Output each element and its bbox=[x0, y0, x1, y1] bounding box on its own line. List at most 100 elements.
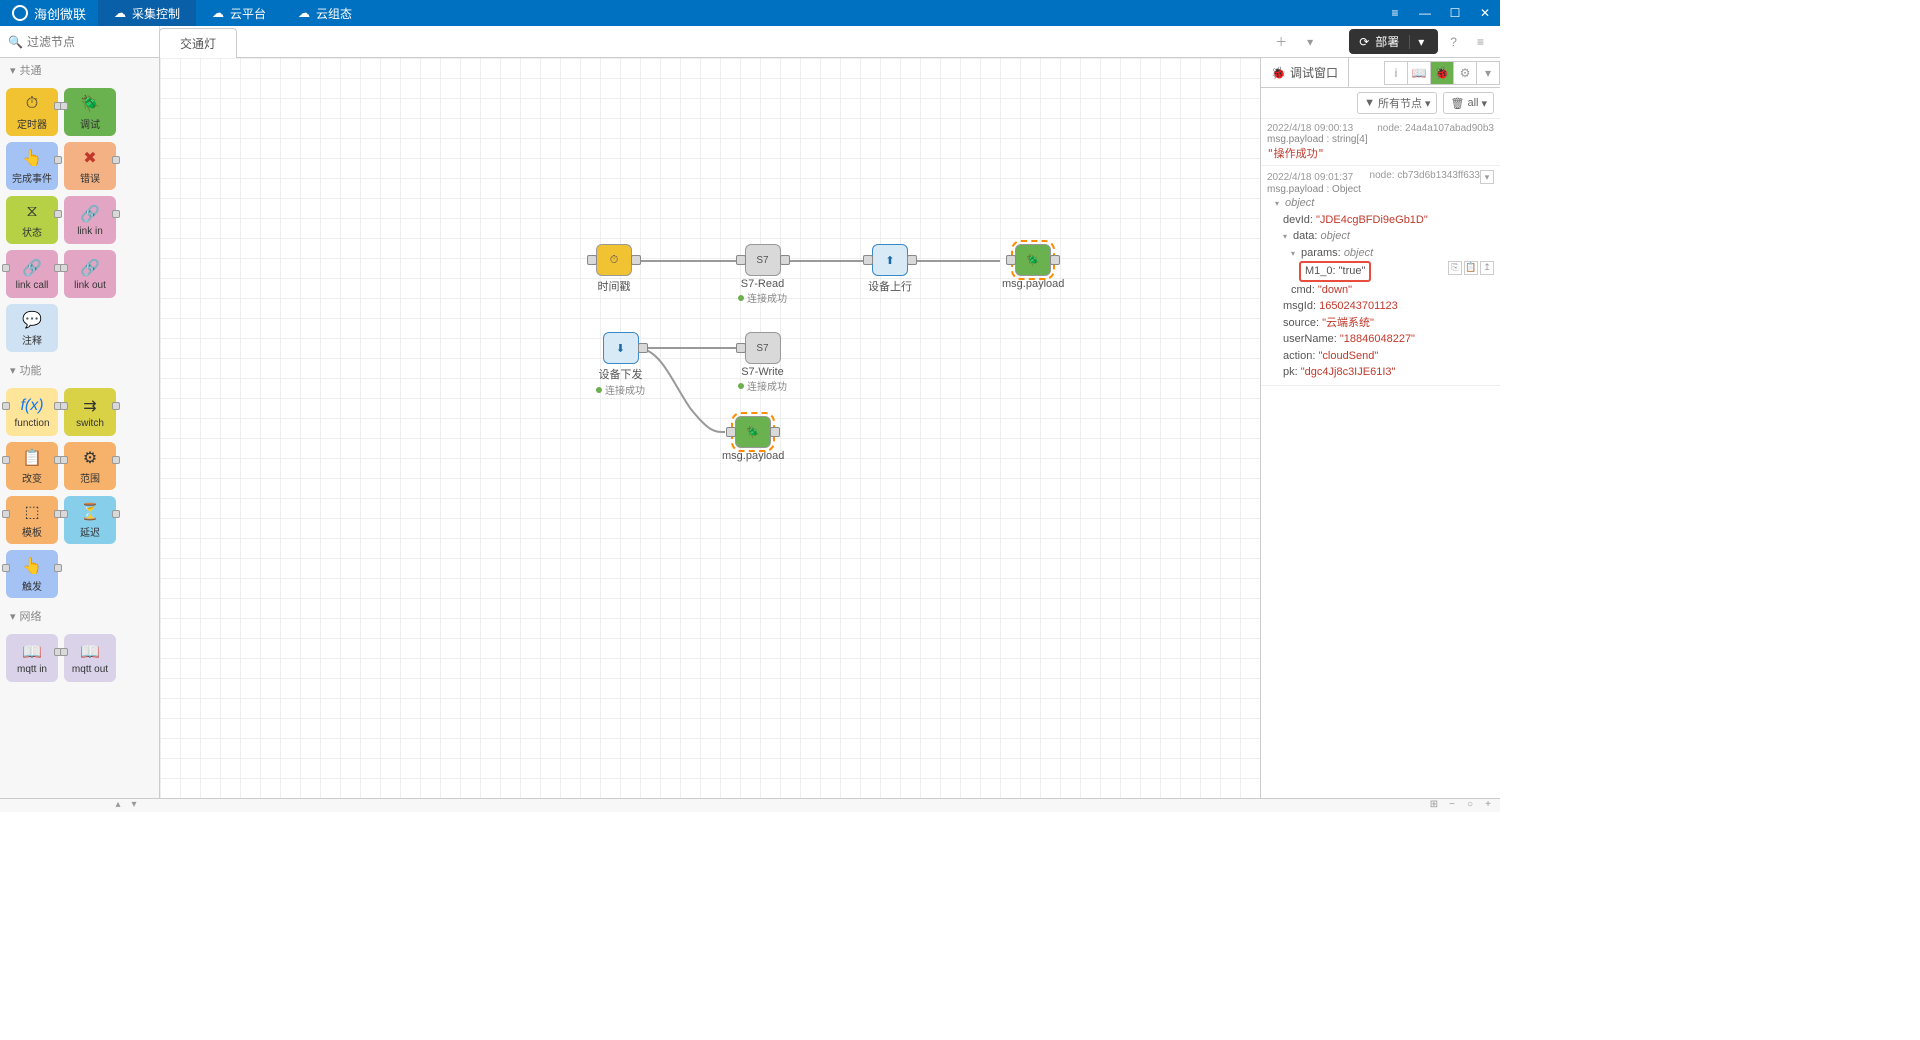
palette-node-switch[interactable]: ⇉switch bbox=[64, 388, 116, 436]
window-menu-button[interactable]: ≡ bbox=[1380, 0, 1410, 26]
trigger-icon: 👆 bbox=[18, 556, 46, 576]
category-common[interactable]: ▾共通 bbox=[0, 58, 159, 82]
main-menu-button[interactable]: ≡ bbox=[1469, 31, 1492, 53]
link-icon: 🔗 bbox=[76, 204, 104, 224]
palette-node-timer[interactable]: ⏱定时器 bbox=[6, 88, 58, 136]
switch-icon: ⇉ bbox=[76, 396, 104, 416]
palette-node-change[interactable]: 📋改变 bbox=[6, 442, 58, 490]
trash-icon: 🗑 bbox=[1450, 97, 1464, 110]
menu-cloud[interactable]: ☁ 云平台 bbox=[196, 0, 282, 26]
delay-icon: ⏳ bbox=[76, 502, 104, 522]
flow-node-debug-1[interactable]: 🪲 msg.payload bbox=[1002, 244, 1064, 290]
menu-collect[interactable]: ☁ 采集控制 bbox=[98, 0, 196, 26]
flow-workspace[interactable]: ⏱ 时间戳 S7 S7-Read 连接成功 ⬆ 设备上行 🪲 msg.paylo… bbox=[160, 58, 1260, 798]
debug-messages[interactable]: 2022/4/18 09:00:13node: 24a4a107abad90b3… bbox=[1261, 119, 1500, 798]
zoom-in-button[interactable]: + bbox=[1480, 799, 1496, 812]
upload-icon: ⬆ bbox=[885, 254, 894, 267]
search-input[interactable] bbox=[27, 35, 151, 49]
timer-icon: ⏱ bbox=[18, 94, 46, 114]
palette-node-linkout[interactable]: 🔗link out bbox=[64, 250, 116, 298]
category-function[interactable]: ▾功能 bbox=[0, 358, 159, 382]
palette-node-delay[interactable]: ⏳延迟 bbox=[64, 496, 116, 544]
palette-node-mqtt-out[interactable]: 📖mqtt out bbox=[64, 634, 116, 682]
menu-scada[interactable]: ☁ 云组态 bbox=[282, 0, 368, 26]
flow-node-device-down[interactable]: ⬇ 设备下发 连接成功 bbox=[596, 332, 645, 397]
palette-node-template[interactable]: ⬚模板 bbox=[6, 496, 58, 544]
s7-icon: S7 bbox=[756, 343, 768, 354]
zoom-reset-button[interactable]: ○ bbox=[1462, 799, 1478, 812]
navigator-button[interactable]: ⊞ bbox=[1426, 799, 1442, 812]
pin-icon[interactable]: ↥ bbox=[1480, 261, 1494, 275]
bug-icon: 🪲 bbox=[76, 94, 104, 114]
palette-node-comment[interactable]: 💬注释 bbox=[6, 304, 58, 352]
node-palette[interactable]: ▾共通 ⏱定时器 🪲调试 👆完成事件 ✖错误 ⧖状态 🔗link in 🔗lin… bbox=[0, 58, 160, 798]
flow-node-timestamp[interactable]: ⏱ 时间戳 bbox=[596, 244, 632, 294]
object-tree[interactable]: object devId: "JDE4cgBFDi9eGb1D" data: o… bbox=[1267, 195, 1494, 381]
expand-icon[interactable]: ▾ bbox=[1480, 170, 1494, 184]
bug-icon: 🐞 bbox=[1271, 66, 1286, 80]
tab-menu-button[interactable]: ▾ bbox=[1299, 31, 1321, 53]
window-maximize-button[interactable]: ☐ bbox=[1440, 0, 1470, 26]
error-icon: ✖ bbox=[76, 148, 104, 168]
filter-nodes[interactable]: ▼所有节点▾ bbox=[1357, 92, 1437, 114]
category-network[interactable]: ▾网络 bbox=[0, 604, 159, 628]
palette-node-mqtt-in[interactable]: 📖mqtt in bbox=[6, 634, 58, 682]
statusbar: ▴ ▾ ⊞ − ○ + bbox=[0, 798, 1500, 812]
s7-icon: S7 bbox=[756, 255, 768, 266]
palette-node-linkcall[interactable]: 🔗link call bbox=[6, 250, 58, 298]
flow-node-s7read[interactable]: S7 S7-Read 连接成功 bbox=[738, 244, 787, 305]
copy-path-icon[interactable]: ⎘ bbox=[1448, 261, 1462, 275]
bug-icon: 🪲 bbox=[746, 426, 760, 439]
tab-help-button[interactable]: 📖 bbox=[1407, 61, 1431, 85]
flow-node-s7write[interactable]: S7 S7-Write 连接成功 bbox=[738, 332, 787, 393]
palette-collapse-button[interactable]: ▴ bbox=[110, 799, 126, 812]
flow-node-device-up[interactable]: ⬆ 设备上行 bbox=[868, 244, 912, 294]
main-area: ▾共通 ⏱定时器 🪲调试 👆完成事件 ✖错误 ⧖状态 🔗link in 🔗lin… bbox=[0, 58, 1500, 798]
palette-node-debug[interactable]: 🪲调试 bbox=[64, 88, 116, 136]
tab-traffic-light[interactable]: 交通灯 bbox=[159, 28, 237, 58]
tab-config-button[interactable]: ⚙ bbox=[1453, 61, 1477, 85]
mqtt-icon: 📖 bbox=[18, 642, 46, 662]
search-icon: 🔍 bbox=[8, 35, 23, 49]
link-icon: 🔗 bbox=[76, 258, 104, 278]
tab-more-button[interactable]: ▾ bbox=[1476, 61, 1500, 85]
flow-node-debug-2[interactable]: 🪲 msg.payload bbox=[722, 416, 784, 462]
app-logo: 海创微联 bbox=[0, 4, 98, 23]
cloud-icon: ☁ bbox=[298, 6, 310, 20]
palette-node-trigger[interactable]: 👆触发 bbox=[6, 550, 58, 598]
palette-node-range[interactable]: ⚙范围 bbox=[64, 442, 116, 490]
palette-search[interactable]: 🔍 bbox=[0, 26, 160, 57]
help-button[interactable]: ? bbox=[1442, 31, 1465, 53]
deploy-button[interactable]: ⟳ 部署 ▾ bbox=[1349, 29, 1438, 54]
sidebar: 🐞 调试窗口 i 📖 🐞 ⚙ ▾ ▼所有节点▾ 🗑all▾ 2022/4/18 … bbox=[1260, 58, 1500, 798]
window-close-button[interactable]: ✕ bbox=[1470, 0, 1500, 26]
titlebar: 海创微联 ☁ 采集控制 ☁ 云平台 ☁ 云组态 ≡ — ☐ ✕ bbox=[0, 0, 1500, 26]
chevron-down-icon: ▾ bbox=[10, 610, 16, 623]
palette-node-function[interactable]: f(x)function bbox=[6, 388, 58, 436]
timer-icon: ⏱ bbox=[610, 254, 619, 267]
debug-filters: ▼所有节点▾ 🗑all▾ bbox=[1261, 88, 1500, 119]
tab-debug[interactable]: 🐞 调试窗口 bbox=[1261, 58, 1349, 87]
palette-node-complete[interactable]: 👆完成事件 bbox=[6, 142, 58, 190]
change-icon: 📋 bbox=[18, 448, 46, 468]
chevron-down-icon: ▾ bbox=[10, 64, 16, 77]
add-tab-button[interactable]: ＋ bbox=[1267, 29, 1295, 54]
copy-value-icon[interactable]: 📋 bbox=[1464, 261, 1478, 275]
top-menu: ☁ 采集控制 ☁ 云平台 ☁ 云组态 bbox=[98, 0, 368, 26]
palette-expand-button[interactable]: ▾ bbox=[126, 799, 142, 812]
deploy-icon: ⟳ bbox=[1359, 35, 1369, 49]
clear-button[interactable]: 🗑all▾ bbox=[1443, 92, 1494, 114]
palette-node-linkin[interactable]: 🔗link in bbox=[64, 196, 116, 244]
palette-node-error[interactable]: ✖错误 bbox=[64, 142, 116, 190]
chevron-down-icon[interactable]: ▾ bbox=[1409, 35, 1424, 49]
tab-info-button[interactable]: i bbox=[1384, 61, 1408, 85]
tab-debug-button[interactable]: 🐞 bbox=[1430, 61, 1454, 85]
range-icon: ⚙ bbox=[76, 448, 104, 468]
sidebar-tabs: 🐞 调试窗口 i 📖 🐞 ⚙ ▾ bbox=[1261, 58, 1500, 88]
touch-icon: 👆 bbox=[18, 148, 46, 168]
link-icon: 🔗 bbox=[18, 258, 46, 278]
zoom-out-button[interactable]: − bbox=[1444, 799, 1460, 812]
status-icon: ⧖ bbox=[18, 202, 46, 222]
window-minimize-button[interactable]: — bbox=[1410, 0, 1440, 26]
palette-node-status[interactable]: ⧖状态 bbox=[6, 196, 58, 244]
